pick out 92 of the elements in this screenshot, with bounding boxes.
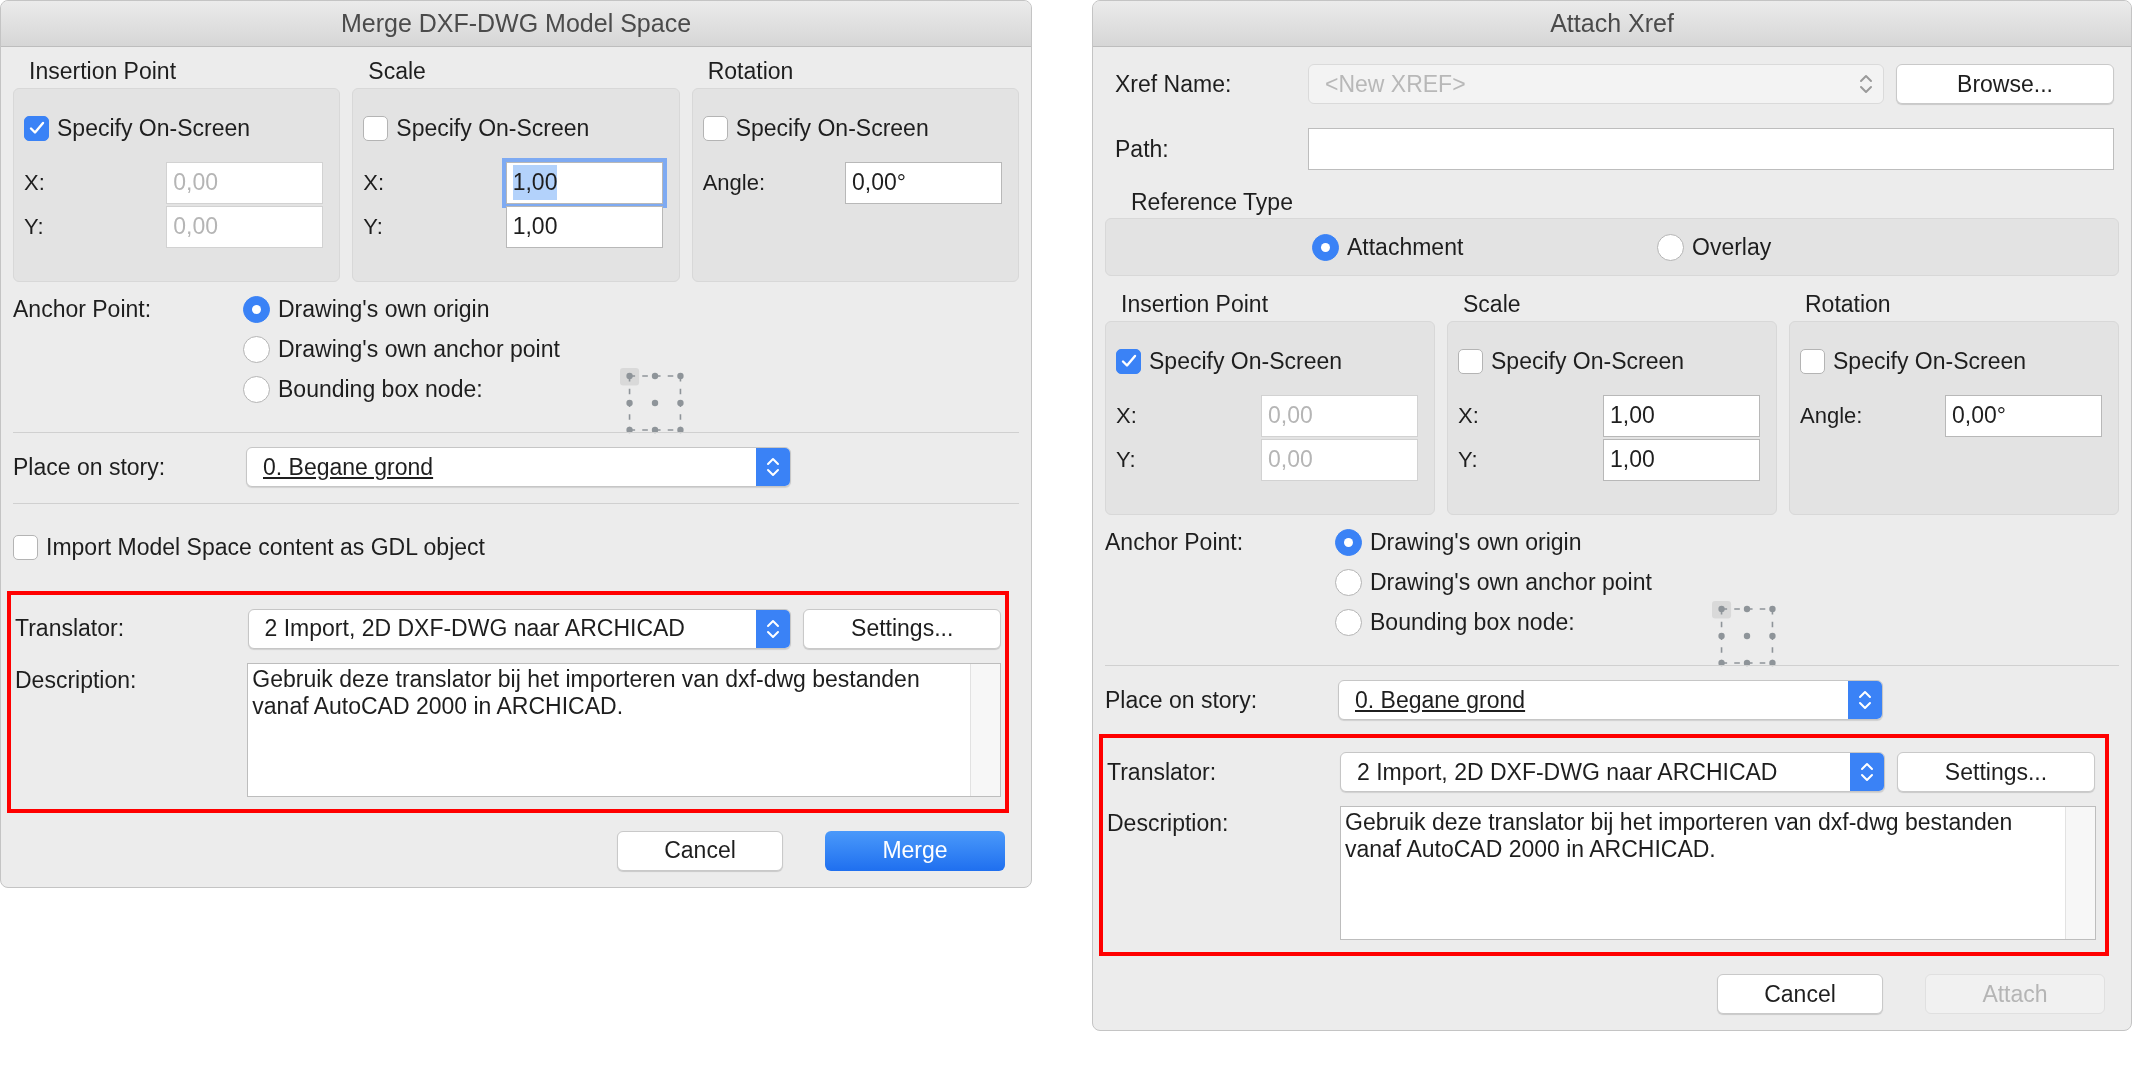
- radio-button[interactable]: [1657, 233, 1684, 261]
- field-label: Y:: [24, 213, 45, 241]
- radio-button[interactable]: [243, 376, 270, 403]
- field-value: 1,00: [1610, 445, 1655, 475]
- field-value: 1,00: [1610, 401, 1655, 431]
- radio-label: Drawing's own origin: [278, 296, 490, 323]
- radio-label: Overlay: [1692, 232, 1772, 262]
- checkbox[interactable]: [24, 115, 49, 141]
- window-title: Attach Xref: [1550, 7, 1674, 39]
- field-label: Y:: [1458, 446, 1479, 474]
- group-label: Insertion Point: [28, 57, 178, 85]
- number-field[interactable]: 1,00: [1603, 438, 1760, 481]
- checkbox[interactable]: [702, 115, 728, 141]
- field-label: Translator:: [15, 614, 126, 644]
- description-text-area[interactable]: Gebruik deze translator bij het importeren van dxf-dwg bestanden vanaf AutoCAD 2000 in ARCHICAD.: [247, 662, 1001, 797]
- secondary-button[interactable]: Cancel: [1717, 974, 1883, 1014]
- field-label: Xref Name:: [1114, 69, 1233, 99]
- field-value: 1,00: [512, 165, 558, 200]
- field-label: Description:: [15, 665, 138, 695]
- field-label: Y:: [363, 213, 384, 241]
- checkbox[interactable]: [1458, 348, 1483, 374]
- checkbox-label: Specify On-Screen: [1149, 347, 1343, 376]
- radio-label: Bounding box node:: [1370, 609, 1575, 636]
- checkbox-label: Specify On-Screen: [735, 114, 929, 143]
- radio-label: Drawing's own anchor point: [278, 336, 560, 363]
- group-label: Rotation: [706, 57, 795, 85]
- group-label: Reference Type: [1130, 188, 1294, 216]
- field-label: Place on story:: [13, 452, 167, 482]
- description-text: Gebruik deze translator bij het importeren van dxf-dwg bestanden vanaf AutoCAD 2000 in ARCHICAD.: [251, 664, 921, 721]
- primary-button[interactable]: Merge: [825, 830, 1005, 871]
- description-text: Gebruik deze translator bij het importeren van dxf-dwg bestanden vanaf AutoCAD 2000 in ARCHICAD.: [1344, 808, 2014, 864]
- field-value: 0,00: [1268, 445, 1313, 475]
- stepper-chevron-icon: [1848, 681, 1882, 719]
- radio-button[interactable]: [1335, 609, 1362, 636]
- checkbox-label: Specify On-Screen: [1833, 347, 2027, 376]
- radio-label: Drawing's own origin: [1370, 529, 1582, 556]
- field-label: Translator:: [1107, 757, 1218, 787]
- field-value: 0,00°: [1952, 401, 2006, 431]
- field-label: Path:: [1114, 134, 1170, 164]
- field-value: 0,00: [173, 212, 219, 242]
- field-value: 0,00°: [852, 168, 906, 198]
- checkbox-label: Import Model Space content as GDL object: [46, 533, 485, 562]
- radio-button[interactable]: [1312, 233, 1339, 261]
- field-label: Description:: [1107, 809, 1230, 838]
- dropdown-select[interactable]: 0. Begane grond: [1338, 680, 1883, 720]
- field-label: X:: [363, 169, 386, 197]
- radio-label: Bounding box node:: [278, 376, 483, 403]
- group-label: Scale: [367, 57, 427, 85]
- radio-label: Drawing's own anchor point: [1370, 569, 1652, 596]
- field-label: Y:: [1116, 446, 1137, 474]
- radio-button[interactable]: [243, 296, 270, 323]
- number-field[interactable]: 0,00°: [845, 161, 1002, 204]
- checkbox[interactable]: [13, 534, 38, 560]
- radio-button[interactable]: [1335, 569, 1362, 596]
- field-label: Anchor Point:: [1105, 529, 1245, 557]
- window-title: Merge DXF-DWG Model Space: [340, 7, 692, 39]
- checkbox-label: Specify On-Screen: [57, 114, 251, 143]
- field-label: X:: [24, 169, 46, 197]
- field-value: 0,00: [1268, 401, 1313, 431]
- checkbox[interactable]: [1800, 348, 1825, 374]
- number-field[interactable]: 1,00: [1603, 394, 1760, 437]
- secondary-button[interactable]: Cancel: [617, 830, 783, 871]
- field-value: 0,00: [173, 168, 219, 198]
- field-label: X:: [1116, 402, 1138, 430]
- field-label: Place on story:: [1105, 685, 1259, 715]
- number-field[interactable]: 0,00°: [1945, 394, 2102, 437]
- group-label: Scale: [1462, 290, 1522, 318]
- stepper-chevron-icon: [756, 609, 791, 648]
- field-label: X:: [1458, 402, 1480, 430]
- description-text-area[interactable]: Gebruik deze translator bij het importeren van dxf-dwg bestanden vanaf AutoCAD 2000 in ARCHICAD.: [1340, 806, 2096, 940]
- group-label: Rotation: [1804, 290, 1892, 318]
- field-label: Anchor Point:: [13, 296, 153, 324]
- checkbox[interactable]: [1116, 348, 1141, 374]
- path-field[interactable]: [1308, 128, 2114, 170]
- dropdown-select[interactable]: 0. Begane grond: [246, 447, 791, 487]
- stepper-chevron-icon: [1850, 753, 1884, 791]
- settings-button[interactable]: Settings...: [803, 608, 1001, 649]
- dropdown-select[interactable]: 2 Import, 2D DXF-DWG naar ARCHICAD: [247, 608, 792, 649]
- settings-button[interactable]: Settings...: [1897, 752, 2095, 792]
- stepper-chevron-icon: [756, 448, 790, 486]
- radio-button[interactable]: [243, 336, 270, 363]
- checkbox-label: Specify On-Screen: [1491, 347, 1685, 376]
- field-label: Angle:: [1800, 402, 1864, 430]
- checkbox[interactable]: [363, 115, 389, 141]
- checkbox-label: Specify On-Screen: [396, 114, 590, 143]
- group-label: Insertion Point: [1120, 290, 1270, 318]
- dropdown-select[interactable]: 2 Import, 2D DXF-DWG naar ARCHICAD: [1340, 752, 1885, 792]
- field-value: 1,00: [512, 212, 558, 242]
- radio-button[interactable]: [1335, 529, 1362, 556]
- radio-label: Attachment: [1347, 232, 1464, 262]
- field-label: Angle:: [702, 169, 767, 197]
- number-field[interactable]: 1,00: [505, 205, 663, 248]
